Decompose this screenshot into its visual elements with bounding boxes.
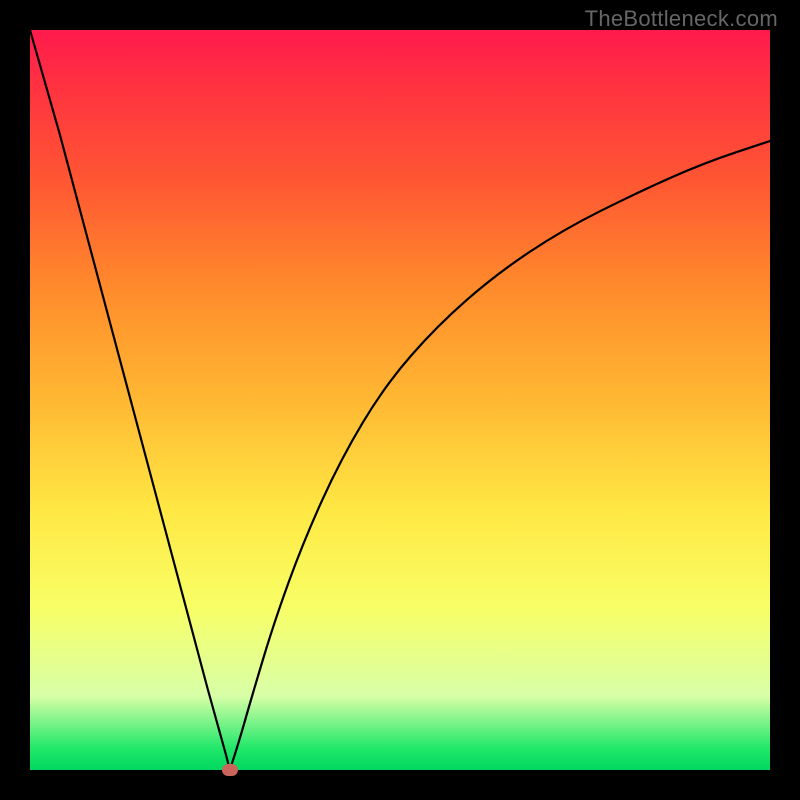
minimum-marker [222,764,238,776]
curve-svg [30,30,770,770]
watermark-text: TheBottleneck.com [585,6,778,32]
plot-area [30,30,770,770]
chart-frame: TheBottleneck.com [0,0,800,800]
curve-right [230,141,770,770]
curve-left [30,30,230,770]
